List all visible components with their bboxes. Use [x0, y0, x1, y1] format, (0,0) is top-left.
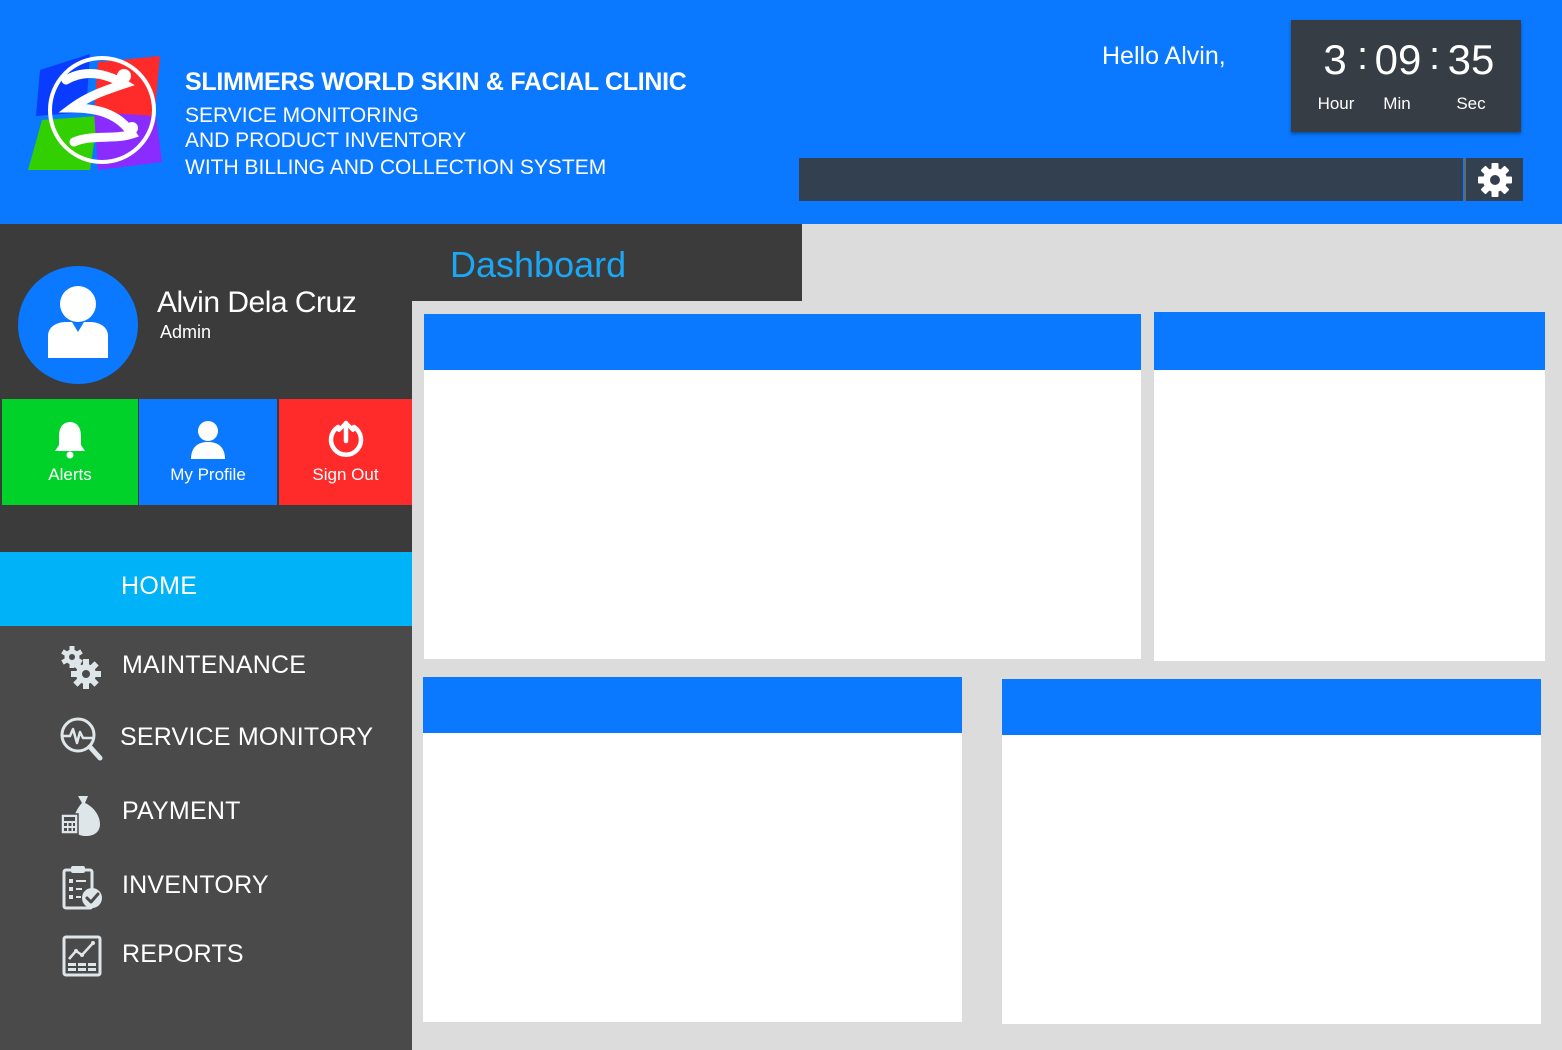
nav-item-service-monitory[interactable]: SERVICE MONITORY	[0, 706, 412, 768]
system-subtitle-line-2: AND PRODUCT INVENTORY	[185, 129, 467, 152]
nav-item-home[interactable]: HOME	[0, 552, 412, 626]
sign-out-button[interactable]: Sign Out	[279, 399, 412, 505]
gear-icon	[1477, 162, 1512, 197]
nav-service-monitory-label: SERVICE MONITORY	[120, 723, 374, 751]
clipboard-check-icon	[62, 866, 102, 910]
my-profile-button[interactable]: My Profile	[139, 399, 277, 505]
panel-header	[1154, 312, 1545, 370]
gears-icon	[61, 646, 101, 689]
nav-payment-label: PAYMENT	[122, 797, 241, 825]
nav-home-label: HOME	[121, 572, 198, 600]
power-icon	[328, 420, 363, 457]
dashboard-panel-bottom-right	[1002, 679, 1541, 1024]
alerts-label: Alerts	[48, 465, 92, 484]
user-name: Alvin Dela Cruz	[157, 286, 357, 319]
dashboard-panel-top-left	[424, 314, 1141, 659]
digital-clock: 3 : 09 : 35 Hour Min Sec	[1291, 20, 1521, 132]
settings-button[interactable]	[1464, 158, 1523, 201]
money-bag-calculator-icon	[60, 796, 100, 836]
avatar	[18, 266, 138, 384]
nav-item-payment[interactable]: PAYMENT	[0, 780, 412, 842]
clock-min-label: Min	[1383, 94, 1411, 113]
panel-header	[424, 314, 1141, 370]
system-subtitle-line-1: SERVICE MONITORING	[185, 104, 419, 127]
clock-hour: 3	[1323, 36, 1347, 83]
clock-second: 35	[1447, 36, 1495, 83]
nav-item-reports[interactable]: REPORTS	[0, 923, 412, 985]
dashboard-panel-top-right	[1154, 312, 1545, 661]
dashboard-panel-bottom-left	[423, 677, 962, 1022]
bell-icon	[55, 422, 85, 459]
clock-hour-label: Hour	[1317, 94, 1355, 113]
my-profile-label: My Profile	[170, 465, 246, 484]
panel-header	[423, 677, 962, 733]
user-role: Admin	[160, 322, 212, 342]
user-silhouette-icon	[48, 286, 108, 358]
user-greeting: Hello Alvin,	[1102, 42, 1226, 70]
nav-maintenance-label: MAINTENANCE	[122, 651, 307, 679]
nav-reports-label: REPORTS	[122, 940, 244, 968]
search-input[interactable]	[799, 158, 1463, 201]
chart-report-icon	[62, 935, 102, 977]
user-icon	[191, 421, 225, 459]
clock-separator: :	[1357, 34, 1369, 78]
panel-header	[1002, 679, 1541, 735]
clock-separator: :	[1429, 34, 1441, 78]
nav-item-maintenance[interactable]: MAINTENANCE	[0, 634, 412, 696]
page-title: Dashboard	[450, 244, 627, 285]
clock-minute: 09	[1374, 36, 1422, 83]
nav-item-inventory[interactable]: INVENTORY	[0, 854, 412, 916]
alerts-button[interactable]: Alerts	[2, 399, 138, 505]
clinic-logo	[28, 54, 162, 170]
sign-out-label: Sign Out	[312, 465, 379, 484]
clock-sec-label: Sec	[1456, 94, 1486, 113]
monitor-search-icon	[60, 717, 103, 761]
clinic-name: SLIMMERS WORLD SKIN & FACIAL CLINIC	[185, 68, 687, 96]
system-subtitle-line-3: WITH BILLING AND COLLECTION SYSTEM	[185, 156, 607, 179]
nav-inventory-label: INVENTORY	[122, 871, 269, 899]
